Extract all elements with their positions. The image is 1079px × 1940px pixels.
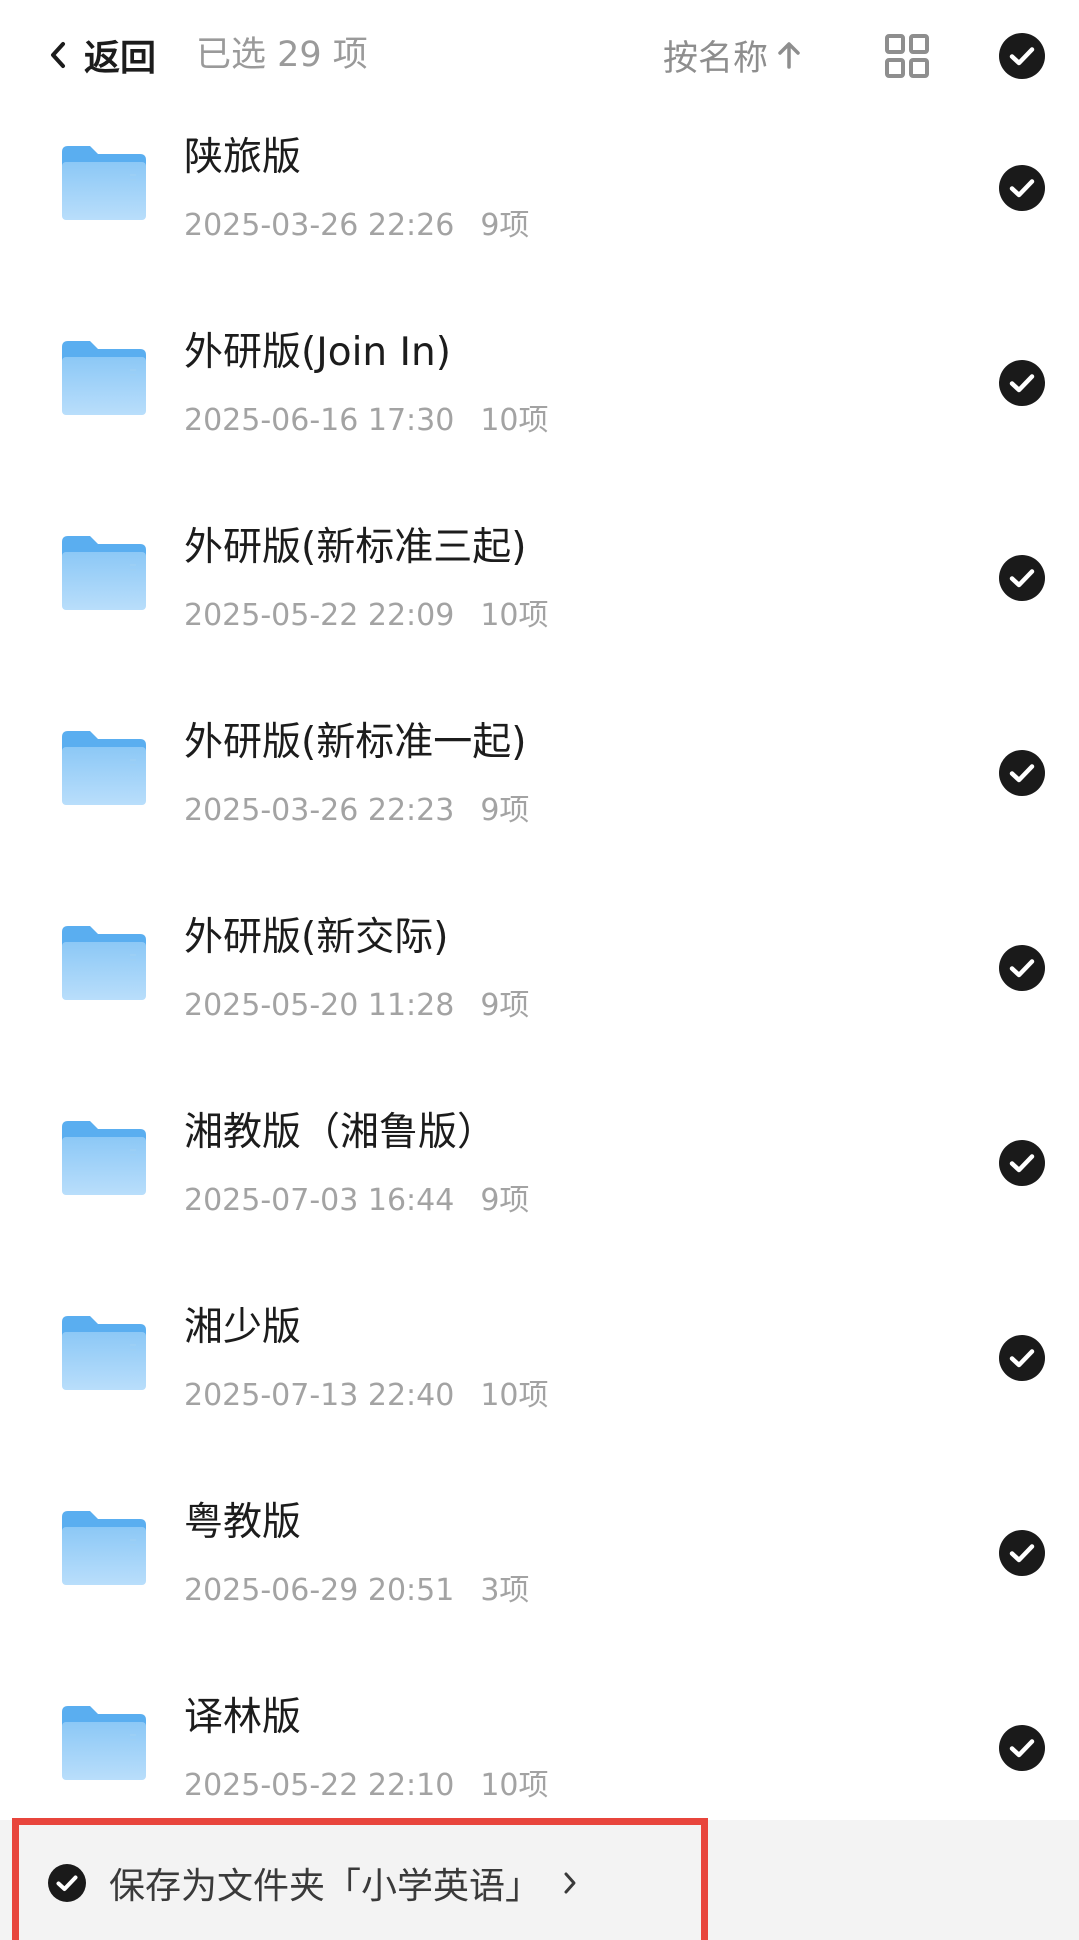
- folder-icon: [60, 1507, 148, 1587]
- folder-meta: 2025-06-29 20:51 3项: [184, 1565, 529, 1609]
- folder-icon: [60, 142, 148, 222]
- check-circle-icon: [47, 1863, 87, 1903]
- selected-count: 已选 29 项: [196, 35, 368, 75]
- folder-meta: 2025-03-26 22:26 9项: [184, 200, 529, 244]
- folder-name: 粤教版: [184, 1500, 302, 1545]
- folder-name: 外研版(新标准一起): [184, 720, 527, 765]
- folder-item-count: 9项: [480, 208, 530, 243]
- check-circle-icon[interactable]: [998, 1139, 1046, 1187]
- check-circle-icon[interactable]: [998, 554, 1046, 602]
- arrow-up-icon: [776, 38, 802, 72]
- save-folder-label: 保存为文件夹「小学英语」: [109, 1865, 542, 1907]
- back-button[interactable]: 返回: [44, 28, 156, 82]
- folder-item-count: 9项: [480, 793, 530, 828]
- folder-meta: 2025-03-26 22:23 9项: [184, 785, 529, 829]
- folder-row[interactable]: 外研版(Join In) 2025-06-16 17:30 10项: [0, 307, 1079, 502]
- folder-date: 2025-03-26 22:26: [184, 208, 455, 243]
- folder-row[interactable]: 粤教版 2025-06-29 20:51 3项: [0, 1477, 1079, 1672]
- select-all-check-icon[interactable]: [998, 32, 1046, 80]
- folder-meta: 2025-05-22 22:10 10项: [184, 1760, 549, 1804]
- folder-date: 2025-05-20 11:28: [184, 988, 455, 1023]
- folder-name: 外研版(Join In): [184, 330, 451, 375]
- folder-name: 译林版: [184, 1695, 302, 1740]
- sort-button[interactable]: 按名称: [663, 28, 802, 82]
- folder-meta: 2025-05-20 11:28 9项: [184, 980, 529, 1024]
- folder-item-count: 3项: [480, 1573, 530, 1608]
- folder-list: 陕旅版 2025-03-26 22:26 9项 外研版(Join In) 2025-06…: [0, 112, 1079, 1820]
- folder-meta: 2025-06-16 17:30 10项: [184, 395, 549, 439]
- folder-date: 2025-06-16 17:30: [184, 403, 455, 438]
- chevron-right-icon: [561, 1868, 579, 1898]
- folder-name: 外研版(新标准三起): [184, 525, 527, 570]
- back-label: 返回: [84, 38, 157, 79]
- check-circle-icon[interactable]: [998, 1724, 1046, 1772]
- folder-icon: [60, 1702, 148, 1782]
- file-selection-screen: 返回 已选 29 项 按名称 陕旅版 2025-03-26 22:26 9项 外研版(…: [0, 0, 1079, 1940]
- folder-icon: [60, 337, 148, 417]
- folder-date: 2025-06-29 20:51: [184, 1573, 455, 1608]
- save-as-folder-option[interactable]: 保存为文件夹「小学英语」: [12, 1818, 708, 1940]
- folder-row[interactable]: 陕旅版 2025-03-26 22:26 9项: [0, 112, 1079, 307]
- folder-icon: [60, 532, 148, 612]
- check-circle-icon[interactable]: [998, 944, 1046, 992]
- folder-meta: 2025-07-13 22:40 10项: [184, 1370, 549, 1414]
- folder-row[interactable]: 外研版(新标准一起) 2025-03-26 22:23 9项: [0, 697, 1079, 892]
- folder-row[interactable]: 外研版(新交际) 2025-05-20 11:28 9项: [0, 892, 1079, 1087]
- folder-row[interactable]: 湘少版 2025-07-13 22:40 10项: [0, 1282, 1079, 1477]
- folder-meta: 2025-05-22 22:09 10项: [184, 590, 549, 634]
- folder-icon: [60, 1117, 148, 1197]
- folder-item-count: 9项: [480, 1183, 530, 1218]
- folder-name: 外研版(新交际): [184, 915, 449, 960]
- folder-date: 2025-07-13 22:40: [184, 1378, 455, 1413]
- sort-label: 按名称: [663, 38, 769, 79]
- check-circle-icon[interactable]: [998, 359, 1046, 407]
- grid-view-icon[interactable]: [884, 33, 930, 79]
- folder-item-count: 10项: [480, 1768, 549, 1803]
- folder-item-count: 10项: [480, 598, 549, 633]
- folder-item-count: 10项: [480, 1378, 549, 1413]
- folder-icon: [60, 1312, 148, 1392]
- folder-meta: 2025-07-03 16:44 9项: [184, 1175, 529, 1219]
- chevron-left-icon: [44, 41, 72, 69]
- check-circle-icon[interactable]: [998, 749, 1046, 797]
- folder-date: 2025-07-03 16:44: [184, 1183, 455, 1218]
- folder-item-count: 10项: [480, 403, 549, 438]
- check-circle-icon[interactable]: [998, 1529, 1046, 1577]
- folder-date: 2025-05-22 22:10: [184, 1768, 455, 1803]
- folder-icon: [60, 727, 148, 807]
- check-circle-icon[interactable]: [998, 1334, 1046, 1382]
- check-circle-icon[interactable]: [998, 164, 1046, 212]
- folder-date: 2025-05-22 22:09: [184, 598, 455, 633]
- folder-item-count: 9项: [480, 988, 530, 1023]
- folder-row[interactable]: 译林版 2025-05-22 22:10 10项: [0, 1672, 1079, 1820]
- folder-name: 湘少版: [184, 1305, 302, 1350]
- folder-name: 湘教版（湘鲁版）: [184, 1110, 497, 1155]
- folder-date: 2025-03-26 22:23: [184, 793, 455, 828]
- folder-row[interactable]: 外研版(新标准三起) 2025-05-22 22:09 10项: [0, 502, 1079, 697]
- top-bar: 返回 已选 29 项 按名称: [0, 0, 1079, 112]
- folder-row[interactable]: 湘教版（湘鲁版） 2025-07-03 16:44 9项: [0, 1087, 1079, 1282]
- folder-icon: [60, 922, 148, 1002]
- folder-name: 陕旅版: [184, 135, 302, 180]
